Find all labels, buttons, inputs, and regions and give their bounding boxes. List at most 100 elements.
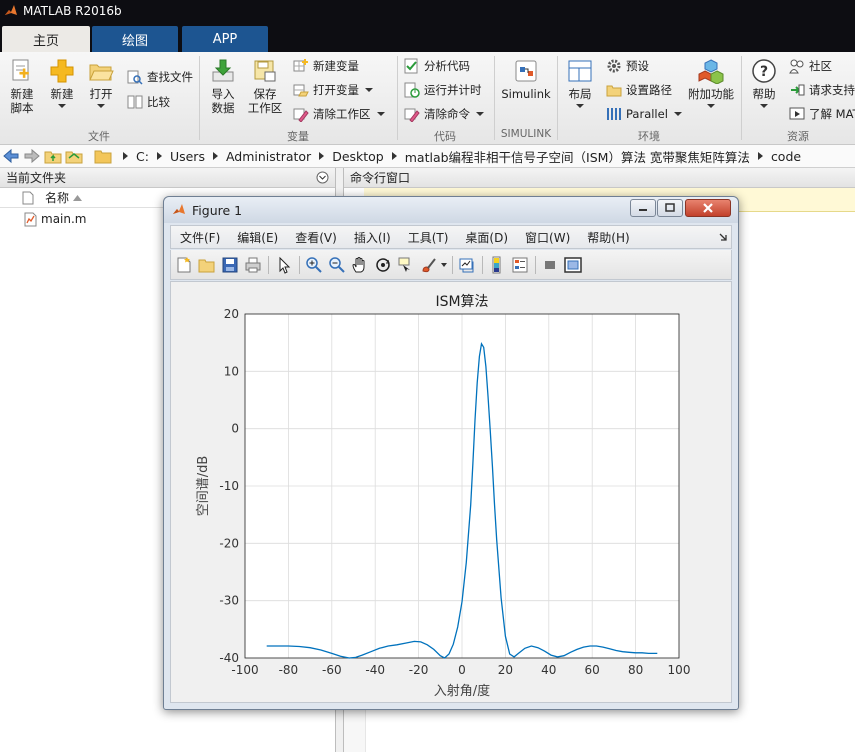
minimize-icon: [639, 209, 647, 211]
run-and-time-icon: [404, 82, 420, 98]
colorbar-icon[interactable]: [488, 256, 506, 274]
zoom-out-icon[interactable]: [328, 256, 346, 274]
new-figure-icon[interactable]: [175, 256, 193, 274]
request-support-button[interactable]: 请求支持: [789, 82, 855, 98]
open-variable-label: 打开变量: [313, 83, 359, 97]
current-folder-title: 当前文件夹: [6, 171, 67, 185]
layout-button[interactable]: 布局: [565, 58, 595, 108]
learn-matlab-button[interactable]: 了解 MAT: [789, 106, 855, 122]
menu-help[interactable]: 帮助(H): [587, 229, 629, 246]
breadcrumb-item[interactable]: C:: [136, 149, 149, 164]
chevron-down-icon: [476, 112, 484, 116]
browse-folder-icon[interactable]: [65, 147, 83, 165]
y-tick-label: -20: [219, 536, 239, 550]
chevron-down-icon: [376, 112, 385, 116]
brush-icon[interactable]: [420, 256, 438, 274]
set-path-label: 设置路径: [626, 83, 672, 97]
new-button[interactable]: 新建: [48, 58, 76, 108]
tab-apps[interactable]: APP: [182, 26, 268, 52]
chevron-down-icon[interactable]: [441, 263, 447, 267]
simulink-button[interactable]: Simulink: [501, 58, 551, 101]
tab-home[interactable]: 主页: [2, 26, 90, 52]
back-arrow-icon[interactable]: [2, 147, 20, 165]
menu-dock-arrow-icon[interactable]: [719, 233, 727, 241]
new-script-button[interactable]: 新建 脚本: [6, 58, 38, 115]
analyze-code-button[interactable]: 分析代码: [404, 58, 470, 74]
link-plot-icon[interactable]: [458, 256, 476, 274]
community-button[interactable]: 社区: [789, 58, 832, 74]
help-button[interactable]: ? 帮助: [749, 58, 779, 108]
open-variable-button[interactable]: 打开变量: [293, 82, 373, 98]
pointer-icon[interactable]: [275, 256, 293, 274]
menu-insert[interactable]: 插入(I): [354, 229, 391, 246]
zoom-in-icon[interactable]: [305, 256, 323, 274]
pan-hand-icon[interactable]: [351, 256, 369, 274]
clear-workspace-button[interactable]: 清除工作区: [293, 106, 385, 122]
x-tick-label: 100: [668, 663, 691, 677]
clear-commands-button[interactable]: 清除命令: [404, 106, 484, 122]
preferences-button[interactable]: 预设: [606, 58, 649, 74]
clear-workspace-label: 清除工作区: [313, 107, 371, 121]
open-button[interactable]: 打开: [87, 58, 115, 108]
menu-file[interactable]: 文件(F): [180, 229, 220, 246]
find-files-icon: [127, 70, 143, 85]
parallel-icon: [607, 108, 621, 120]
panel-menu-icon[interactable]: [316, 171, 329, 184]
learn-icon: [789, 107, 805, 120]
add-ons-icon: [698, 59, 724, 84]
import-data-button[interactable]: 导入 数据: [207, 58, 239, 115]
menu-edit[interactable]: 编辑(E): [237, 229, 278, 246]
menu-window[interactable]: 窗口(W): [525, 229, 570, 246]
legend-icon[interactable]: [511, 256, 529, 274]
toolbar-separator: [452, 256, 453, 274]
forward-arrow-icon[interactable]: [23, 147, 41, 165]
maximize-icon: [665, 203, 675, 212]
svg-text:?: ?: [760, 64, 768, 80]
menu-tools[interactable]: 工具(T): [408, 229, 449, 246]
close-button[interactable]: [685, 199, 731, 217]
open-file-icon[interactable]: [198, 256, 216, 274]
run-and-time-button[interactable]: 运行并计时: [404, 82, 482, 98]
new-variable-button[interactable]: 新建变量: [293, 58, 359, 74]
figure-window[interactable]: Figure 1 文件(F) 编辑(E) 查看(V) 插入(I) 工具(T) 桌…: [163, 196, 739, 710]
app-title: MATLAB R2016b: [23, 4, 122, 18]
figure-title-bar[interactable]: Figure 1: [164, 197, 738, 223]
find-files-button[interactable]: 查找文件: [127, 69, 193, 85]
breadcrumb-item[interactable]: code: [771, 149, 801, 164]
figure-canvas[interactable]: -100 -80 -60 -40 -20 0 20 40 60 80 100 20 10 0 -10 -20-…: [170, 281, 732, 703]
set-path-button[interactable]: 设置路径: [606, 82, 672, 98]
compare-button[interactable]: 比较: [127, 94, 170, 110]
parallel-button[interactable]: Parallel: [606, 106, 682, 122]
matlab-logo-icon: [5, 5, 17, 15]
menu-view[interactable]: 查看(V): [295, 229, 337, 246]
group-label-environment: 环境: [638, 130, 660, 143]
breadcrumb-item[interactable]: Desktop: [332, 149, 384, 164]
save-icon[interactable]: [221, 256, 239, 274]
y-tick-label: -30: [219, 594, 239, 608]
group-label-simulink: SIMULINK: [500, 128, 552, 140]
breadcrumb-item[interactable]: Administrator: [226, 149, 311, 164]
minimize-button[interactable]: [630, 199, 656, 217]
hide-plot-tools-icon[interactable]: [541, 256, 559, 274]
chevron-down-icon: [673, 112, 682, 116]
show-plot-tools-icon[interactable]: [564, 256, 582, 274]
compare-icon: [127, 95, 143, 109]
print-icon[interactable]: [244, 256, 262, 274]
save-workspace-button[interactable]: 保存 工作区: [246, 58, 284, 115]
tab-plots[interactable]: 绘图: [92, 26, 178, 52]
figure-title: Figure 1: [192, 202, 243, 218]
simulink-label: Simulink: [501, 87, 551, 101]
add-ons-button[interactable]: 附加功能: [688, 58, 734, 108]
data-cursor-icon[interactable]: [397, 256, 415, 274]
new-script-label: 新建 脚本: [10, 87, 34, 115]
spectrum-chart[interactable]: -100 -80 -60 -40 -20 0 20 40 60 80 10020100-10-20-…: [171, 282, 731, 702]
rotate-3d-icon[interactable]: [374, 256, 392, 274]
breadcrumb-item[interactable]: matlab编程非相干信号子空间（ISM）算法 宽带聚焦矩阵算法: [405, 147, 750, 166]
up-folder-icon[interactable]: [44, 147, 62, 165]
maximize-button[interactable]: [657, 199, 683, 217]
y-tick-label: 0: [231, 422, 239, 436]
menu-desktop[interactable]: 桌面(D): [465, 229, 508, 246]
breadcrumb-item[interactable]: Users: [170, 149, 205, 164]
x-tick-label: -40: [365, 663, 385, 677]
plus-icon: [50, 59, 74, 83]
